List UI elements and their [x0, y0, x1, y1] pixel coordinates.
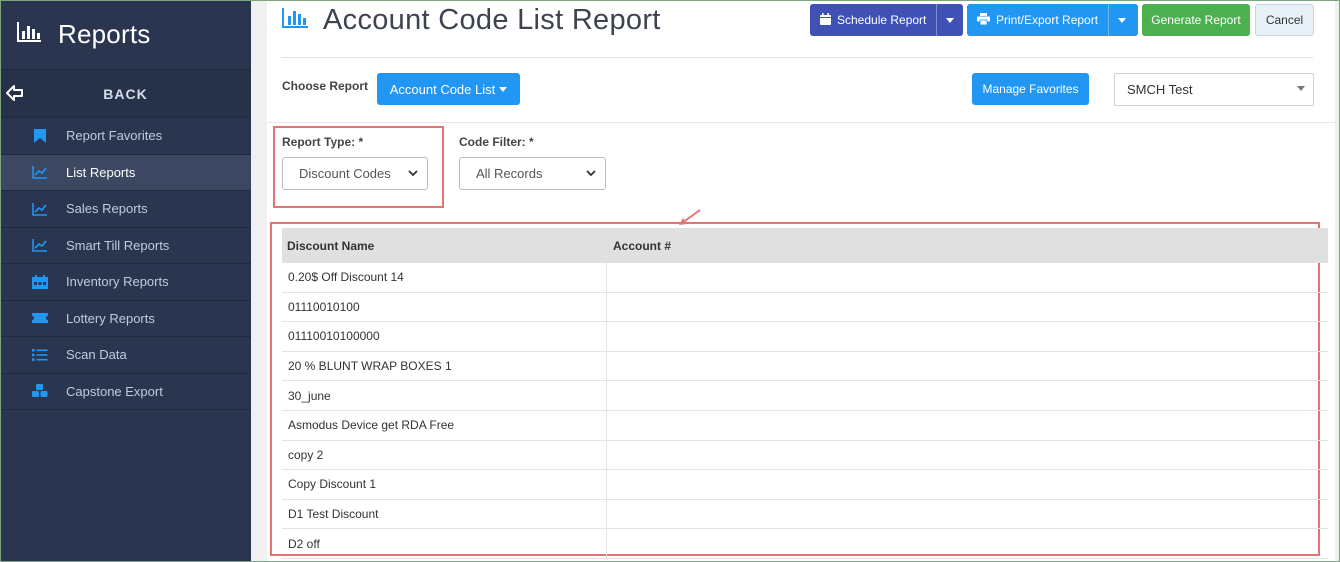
sidebar-item-smart-till-reports[interactable]: Smart Till Reports: [0, 228, 251, 264]
account-cell: [607, 293, 1328, 322]
sidebar-item-capstone-export[interactable]: Capstone Export: [0, 374, 251, 410]
back-button[interactable]: BACK: [0, 70, 251, 118]
bar-chart-icon: [281, 7, 309, 34]
print-dropdown-toggle[interactable]: [1108, 4, 1134, 36]
account-cell: [607, 352, 1328, 381]
page-title-text: Account Code List Report: [323, 4, 661, 36]
printer-icon: [977, 12, 990, 28]
sidebar-item-label: Inventory Reports: [66, 274, 169, 290]
sidebar-item-label: Sales Reports: [66, 201, 148, 217]
sidebar-item-scan-data[interactable]: Scan Data: [0, 337, 251, 374]
discount-name-cell: 30_june: [282, 381, 607, 410]
sidebar-item-label: List Reports: [66, 164, 136, 180]
sidebar-title: Reports: [58, 19, 151, 49]
account-cell: [607, 322, 1328, 351]
divider: [281, 57, 1313, 58]
schedule-report-label: Schedule Report: [837, 13, 927, 27]
main-area: Account Code List Report Schedule Report…: [251, 0, 1340, 562]
table-row[interactable]: 20 % BLUNT WRAP BOXES 1: [282, 351, 1328, 382]
ticket-icon: [30, 308, 50, 328]
account-cell: [607, 441, 1328, 470]
account-cell: [607, 411, 1328, 440]
account-cell: [607, 263, 1328, 292]
account-cell: [607, 500, 1328, 529]
manage-favorites-button[interactable]: Manage Favorites: [972, 73, 1089, 105]
store-select-value: SMCH Test: [1127, 82, 1193, 97]
table-row[interactable]: Copy Discount 1: [282, 470, 1328, 500]
generate-report-button[interactable]: Generate Report: [1142, 4, 1250, 36]
chevron-down-icon: [585, 167, 597, 182]
page-title: Account Code List Report: [281, 4, 661, 37]
table-row[interactable]: 01110010100: [282, 292, 1328, 323]
sidebar-item-label: Report Favorites: [66, 128, 163, 144]
discount-name-cell: D2 off: [282, 529, 607, 558]
sidebar: Reports BACK Report Favorites List Repor…: [0, 0, 251, 562]
cancel-button[interactable]: Cancel: [1255, 4, 1314, 36]
sidebar-header: Reports: [0, 0, 251, 70]
list-icon: [30, 345, 50, 365]
divider: [267, 122, 1335, 123]
account-cell: [607, 381, 1328, 410]
warehouse-icon: [30, 272, 50, 292]
table-row[interactable]: D2 off: [282, 529, 1328, 559]
table-row[interactable]: 01110010100000: [282, 322, 1328, 352]
line-chart-icon: [30, 162, 50, 182]
print-export-label: Print/Export Report: [996, 13, 1099, 27]
arrow-left-icon: [6, 84, 24, 107]
table-header: Discount Name Account #: [282, 228, 1328, 263]
sidebar-item-label: Scan Data: [66, 347, 127, 363]
code-filter-select[interactable]: All Records: [459, 157, 606, 190]
discount-name-cell: 20 % BLUNT WRAP BOXES 1: [282, 351, 607, 381]
column-header-discount-name[interactable]: Discount Name: [282, 239, 607, 253]
print-export-button[interactable]: Print/Export Report: [967, 4, 1138, 36]
cubes-icon: [30, 381, 50, 401]
choose-report-dropdown[interactable]: Account Code List: [377, 73, 520, 105]
discount-name-cell: 01110010100: [282, 292, 607, 322]
store-select[interactable]: SMCH Test: [1114, 73, 1314, 106]
table-row[interactable]: Asmodus Device get RDA Free: [282, 410, 1328, 441]
sidebar-item-label: Capstone Export: [66, 383, 163, 399]
table-row[interactable]: 30_june: [282, 381, 1328, 411]
sidebar-item-lottery-reports[interactable]: Lottery Reports: [0, 301, 251, 337]
line-chart-icon: [30, 235, 50, 255]
schedule-report-button[interactable]: Schedule Report: [810, 4, 963, 36]
sidebar-item-sales-reports[interactable]: Sales Reports: [0, 191, 251, 228]
table-row[interactable]: 0.20$ Off Discount 14: [282, 263, 1328, 293]
back-label: BACK: [103, 85, 148, 102]
bar-chart-icon: [16, 21, 42, 48]
sidebar-item-label: Smart Till Reports: [66, 237, 170, 253]
discount-name-cell: D1 Test Discount: [282, 499, 607, 529]
discount-name-cell: 0.20$ Off Discount 14: [282, 263, 607, 292]
table-row[interactable]: copy 2: [282, 440, 1328, 471]
code-filter-value: All Records: [476, 166, 543, 181]
line-chart-icon: [30, 199, 50, 219]
choose-report-label: Choose Report: [282, 79, 369, 93]
account-cell: [607, 470, 1328, 499]
bookmark-icon: [30, 126, 50, 146]
discount-name-cell: Asmodus Device get RDA Free: [282, 410, 607, 440]
sidebar-item-inventory-reports[interactable]: Inventory Reports: [0, 264, 251, 301]
report-panel: Account Code List Report Schedule Report…: [267, 0, 1335, 562]
discount-table: Discount Name Account # 0.20$ Off Discou…: [282, 228, 1328, 559]
account-cell: [607, 529, 1328, 558]
caret-down-icon: [499, 86, 508, 92]
table-row[interactable]: D1 Test Discount: [282, 499, 1328, 530]
column-header-account[interactable]: Account #: [607, 239, 671, 253]
sidebar-item-label: Lottery Reports: [66, 310, 155, 326]
caret-down-icon: [1117, 17, 1126, 23]
calendar-icon: [820, 12, 831, 28]
report-type-highlight: [273, 126, 444, 208]
discount-name-cell: copy 2: [282, 440, 607, 470]
schedule-dropdown-toggle[interactable]: [936, 4, 962, 36]
discount-name-cell: 01110010100000: [282, 322, 607, 351]
caret-down-icon: [945, 17, 954, 23]
choose-report-value: Account Code List: [389, 81, 496, 97]
sidebar-item-report-favorites[interactable]: Report Favorites: [0, 118, 251, 155]
caret-down-icon: [1297, 86, 1305, 91]
code-filter-label: Code Filter: *: [459, 135, 534, 149]
sidebar-item-list-reports[interactable]: List Reports: [0, 154, 251, 191]
discount-name-cell: Copy Discount 1: [282, 470, 607, 499]
